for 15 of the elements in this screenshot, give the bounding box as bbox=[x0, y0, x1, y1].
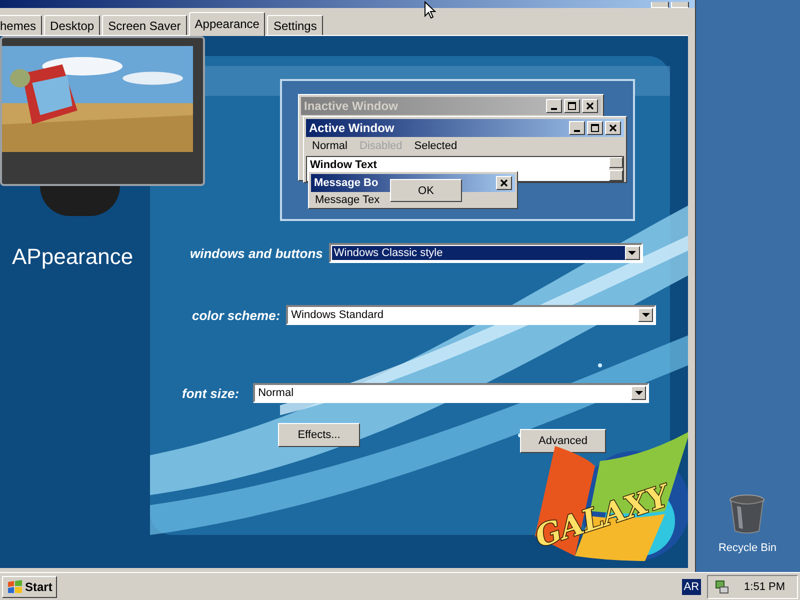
tab[interactable]: Screen Saver bbox=[102, 15, 187, 35]
tab[interactable]: hemes bbox=[0, 15, 42, 35]
window-button[interactable] bbox=[671, 2, 689, 8]
cursor-icon bbox=[424, 1, 436, 20]
tab[interactable]: Settings bbox=[267, 15, 323, 35]
icon-label[interactable]: Recycle Bin bbox=[718, 542, 777, 554]
tab[interactable]: Desktop bbox=[44, 15, 100, 35]
tab[interactable]: Appearance bbox=[188, 12, 266, 36]
network-icon[interactable] bbox=[714, 578, 730, 594]
clock: 1:51 PM bbox=[744, 580, 785, 592]
window-button[interactable] bbox=[651, 2, 669, 8]
windows-logo-icon bbox=[7, 578, 23, 594]
trash-icon[interactable] bbox=[729, 494, 766, 534]
start-button[interactable]: Start bbox=[2, 576, 58, 598]
language-indicator[interactable]: AR bbox=[682, 578, 702, 594]
